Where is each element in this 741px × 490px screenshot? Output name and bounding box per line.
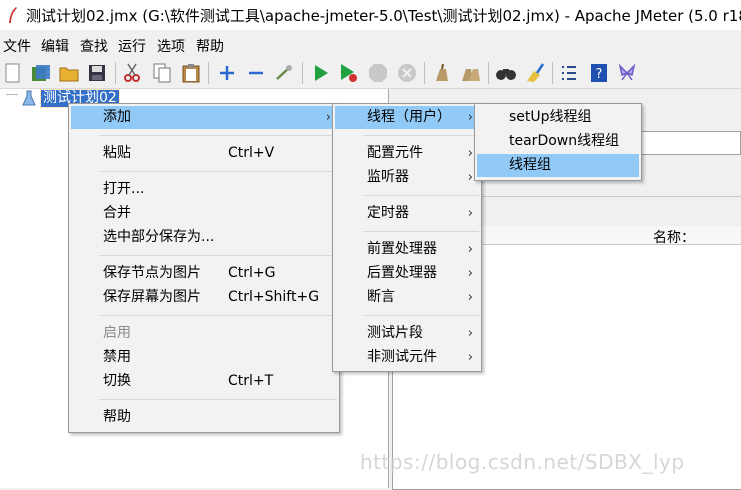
menu-item-thread-group[interactable]: 线程组: [477, 154, 639, 177]
menu-item-config-element[interactable]: 配置元件 ›: [335, 142, 479, 165]
cut-icon[interactable]: [121, 62, 143, 84]
menu-item-test-fragment[interactable]: 测试片段 ›: [335, 322, 479, 345]
expand-icon[interactable]: [216, 62, 238, 84]
test-plan-icon: [22, 90, 36, 106]
chevron-right-icon: ›: [467, 110, 473, 125]
menu-item-save-selection[interactable]: 选中部分保存为...: [71, 226, 337, 249]
menu-item-toggle[interactable]: 切换 Ctrl+T: [71, 370, 337, 393]
chevron-right-icon: ›: [467, 206, 473, 221]
menu-item-merge[interactable]: 合并: [71, 202, 337, 225]
open-icon[interactable]: [58, 62, 80, 84]
toggle-icon[interactable]: [273, 62, 295, 84]
menu-help[interactable]: 帮助: [196, 36, 224, 56]
menu-bar: 文件 编辑 查找 运行 选项 帮助: [0, 33, 741, 55]
chevron-right-icon: ›: [325, 110, 331, 125]
menu-item-post-processor[interactable]: 后置处理器 ›: [335, 262, 479, 285]
menu-item-timer[interactable]: 定时器 ›: [335, 202, 479, 225]
chevron-right-icon: ›: [467, 170, 473, 185]
paste-icon[interactable]: [180, 62, 202, 84]
copy-icon[interactable]: [151, 62, 173, 84]
start-icon[interactable]: [310, 62, 332, 84]
menu-item-setup-thread-group[interactable]: setUp线程组: [477, 106, 639, 129]
chevron-right-icon: ›: [467, 326, 473, 341]
templates-icon[interactable]: [30, 62, 52, 84]
menu-edit[interactable]: 编辑: [41, 36, 69, 56]
menu-item-pre-processor[interactable]: 前置处理器 ›: [335, 238, 479, 261]
shutdown-icon[interactable]: [396, 62, 418, 84]
clear-all-icon[interactable]: [460, 62, 482, 84]
name-column-header: 名称：: [653, 230, 695, 246]
chevron-right-icon: ›: [467, 146, 473, 161]
watermark: https://blog.csdn.net/SDBX_lyp: [360, 450, 685, 474]
menu-item-paste[interactable]: 粘贴 Ctrl+V: [71, 142, 337, 165]
menu-options[interactable]: 选项: [157, 36, 185, 56]
menu-run[interactable]: 运行: [118, 36, 146, 56]
chevron-right-icon: ›: [467, 290, 473, 305]
menu-item-threads[interactable]: 线程（用户） ›: [335, 106, 479, 129]
chevron-right-icon: ›: [467, 350, 473, 365]
menu-search[interactable]: 查找: [80, 36, 108, 56]
jmeter-feather-icon: [9, 7, 17, 23]
new-icon[interactable]: [2, 62, 24, 84]
window-title: 测试计划02.jmx (G:\软件测试工具\apache-jmeter-5.0\…: [26, 7, 741, 25]
start-no-pause-icon[interactable]: [338, 62, 360, 84]
stop-icon[interactable]: [367, 62, 389, 84]
menu-item-enable: 启用: [103, 325, 131, 341]
toolbar: ?: [0, 58, 741, 89]
menu-item-non-test-element[interactable]: 非测试元件 ›: [335, 346, 479, 369]
tree-expander[interactable]: ┄┄: [6, 90, 18, 101]
context-menu: 添加 › 粘贴 Ctrl+V 打开... 合并 选中部分保存为... 保存节点为图片…: [68, 103, 340, 433]
add-submenu: 线程（用户） › 配置元件 › 监听器 › 定时器 › 前置处理器 › 后置处理器 › 断言…: [332, 103, 482, 372]
menu-item-help[interactable]: 帮助: [71, 406, 337, 429]
svg-text:?: ?: [596, 67, 603, 82]
search-icon[interactable]: [495, 62, 517, 84]
help-icon[interactable]: ?: [588, 62, 610, 84]
menu-file[interactable]: 文件: [3, 36, 31, 56]
collapse-icon[interactable]: [245, 62, 267, 84]
menu-item-save-screen-image[interactable]: 保存屏幕为图片 Ctrl+Shift+G: [71, 286, 337, 309]
menu-item-disable[interactable]: 禁用: [71, 346, 337, 369]
menu-item-add[interactable]: 添加 ›: [71, 106, 337, 129]
menu-item-listener[interactable]: 监听器 ›: [335, 166, 479, 189]
menu-item-teardown-thread-group[interactable]: tearDown线程组: [477, 130, 639, 153]
clear-icon[interactable]: [431, 62, 453, 84]
chevron-right-icon: ›: [467, 266, 473, 281]
menu-item-open[interactable]: 打开...: [71, 178, 337, 201]
reset-search-icon[interactable]: [524, 62, 546, 84]
function-helper-icon[interactable]: [558, 62, 580, 84]
save-icon[interactable]: [86, 62, 108, 84]
logger-icon[interactable]: [616, 62, 638, 84]
menu-item-assertion[interactable]: 断言 ›: [335, 286, 479, 309]
chevron-right-icon: ›: [467, 242, 473, 257]
threads-submenu: setUp线程组 tearDown线程组 线程组: [474, 103, 642, 181]
title-bar: 测试计划02.jmx (G:\软件测试工具\apache-jmeter-5.0\…: [0, 0, 741, 30]
menu-item-save-node-image[interactable]: 保存节点为图片 Ctrl+G: [71, 262, 337, 285]
